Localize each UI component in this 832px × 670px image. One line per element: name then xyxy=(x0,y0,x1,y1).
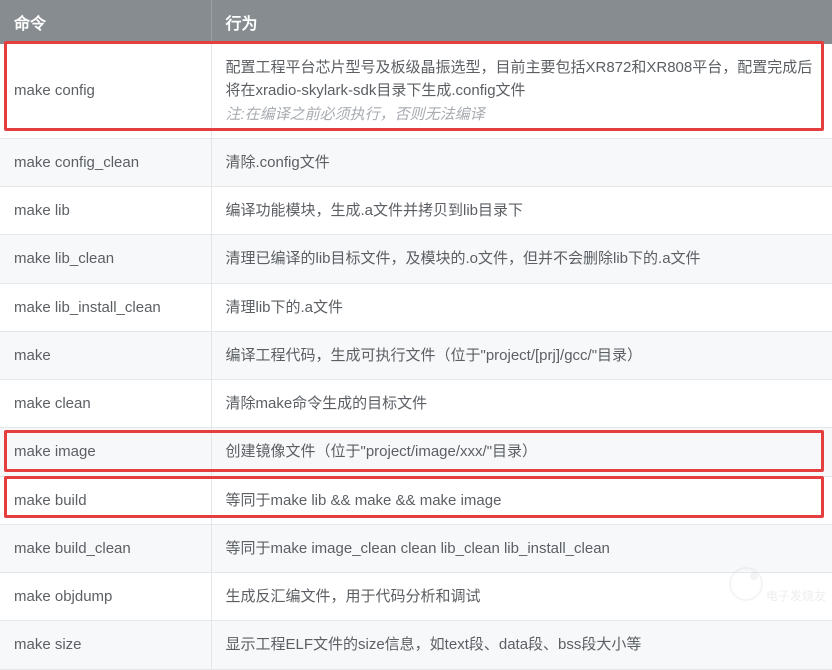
desc-cell: 编译功能模块，生成.a文件并拷贝到lib目录下 xyxy=(211,187,832,235)
cmd-cell: make build xyxy=(0,476,211,524)
cmd-cell: make lib_clean xyxy=(0,235,211,283)
desc-text: 配置工程平台芯片型号及板级晶振选型，目前主要包括XR872和XR808平台，配置… xyxy=(226,59,813,99)
desc-cell: 清理lib下的.a文件 xyxy=(211,283,832,331)
table-row: make build 等同于make lib && make && make i… xyxy=(0,476,832,524)
desc-cell: 清理已编译的lib目标文件，及模块的.o文件，但并不会删除lib下的.a文件 xyxy=(211,235,832,283)
desc-cell: 等同于make lib && make && make image xyxy=(211,476,832,524)
desc-cell: 显示工程ELF文件的size信息，如text段、data段、bss段大小等 xyxy=(211,621,832,669)
make-commands-table: 命令 行为 make config 配置工程平台芯片型号及板级晶振选型，目前主要… xyxy=(0,0,832,670)
table-row: make size 显示工程ELF文件的size信息，如text段、data段、… xyxy=(0,621,832,669)
header-behavior: 行为 xyxy=(211,0,832,44)
desc-cell: 配置工程平台芯片型号及板级晶振选型，目前主要包括XR872和XR808平台，配置… xyxy=(211,44,832,138)
desc-cell: 清除.config文件 xyxy=(211,138,832,186)
table-row: make clean 清除make命令生成的目标文件 xyxy=(0,380,832,428)
table-row: make config_clean 清除.config文件 xyxy=(0,138,832,186)
table-row: make image 创建镜像文件（位于"project/image/xxx/"… xyxy=(0,428,832,476)
table-row: make lib_install_clean 清理lib下的.a文件 xyxy=(0,283,832,331)
header-command: 命令 xyxy=(0,0,211,44)
cmd-cell: make lib_install_clean xyxy=(0,283,211,331)
desc-cell: 清除make命令生成的目标文件 xyxy=(211,380,832,428)
table-row: make objdump 生成反汇编文件，用于代码分析和调试 xyxy=(0,573,832,621)
table-row: make 编译工程代码，生成可执行文件（位于"project/[prj]/gcc… xyxy=(0,331,832,379)
table-header-row: 命令 行为 xyxy=(0,0,832,44)
cmd-cell: make image xyxy=(0,428,211,476)
table-row: make config 配置工程平台芯片型号及板级晶振选型，目前主要包括XR87… xyxy=(0,44,832,138)
cmd-cell: make lib xyxy=(0,187,211,235)
desc-cell: 编译工程代码，生成可执行文件（位于"project/[prj]/gcc/"目录） xyxy=(211,331,832,379)
cmd-cell: make config_clean xyxy=(0,138,211,186)
cmd-cell: make xyxy=(0,331,211,379)
cmd-cell: make build_clean xyxy=(0,524,211,572)
desc-cell: 等同于make image_clean clean lib_clean lib_… xyxy=(211,524,832,572)
table-row: make lib 编译功能模块，生成.a文件并拷贝到lib目录下 xyxy=(0,187,832,235)
table-row: make lib_clean 清理已编译的lib目标文件，及模块的.o文件，但并… xyxy=(0,235,832,283)
note-text: 注:在编译之前必须执行，否则无法编译 xyxy=(226,106,485,123)
cmd-cell: make config xyxy=(0,44,211,138)
cmd-cell: make clean xyxy=(0,380,211,428)
desc-cell: 创建镜像文件（位于"project/image/xxx/"目录） xyxy=(211,428,832,476)
cmd-cell: make objdump xyxy=(0,573,211,621)
cmd-cell: make size xyxy=(0,621,211,669)
table-row: make build_clean 等同于make image_clean cle… xyxy=(0,524,832,572)
desc-cell: 生成反汇编文件，用于代码分析和调试 xyxy=(211,573,832,621)
